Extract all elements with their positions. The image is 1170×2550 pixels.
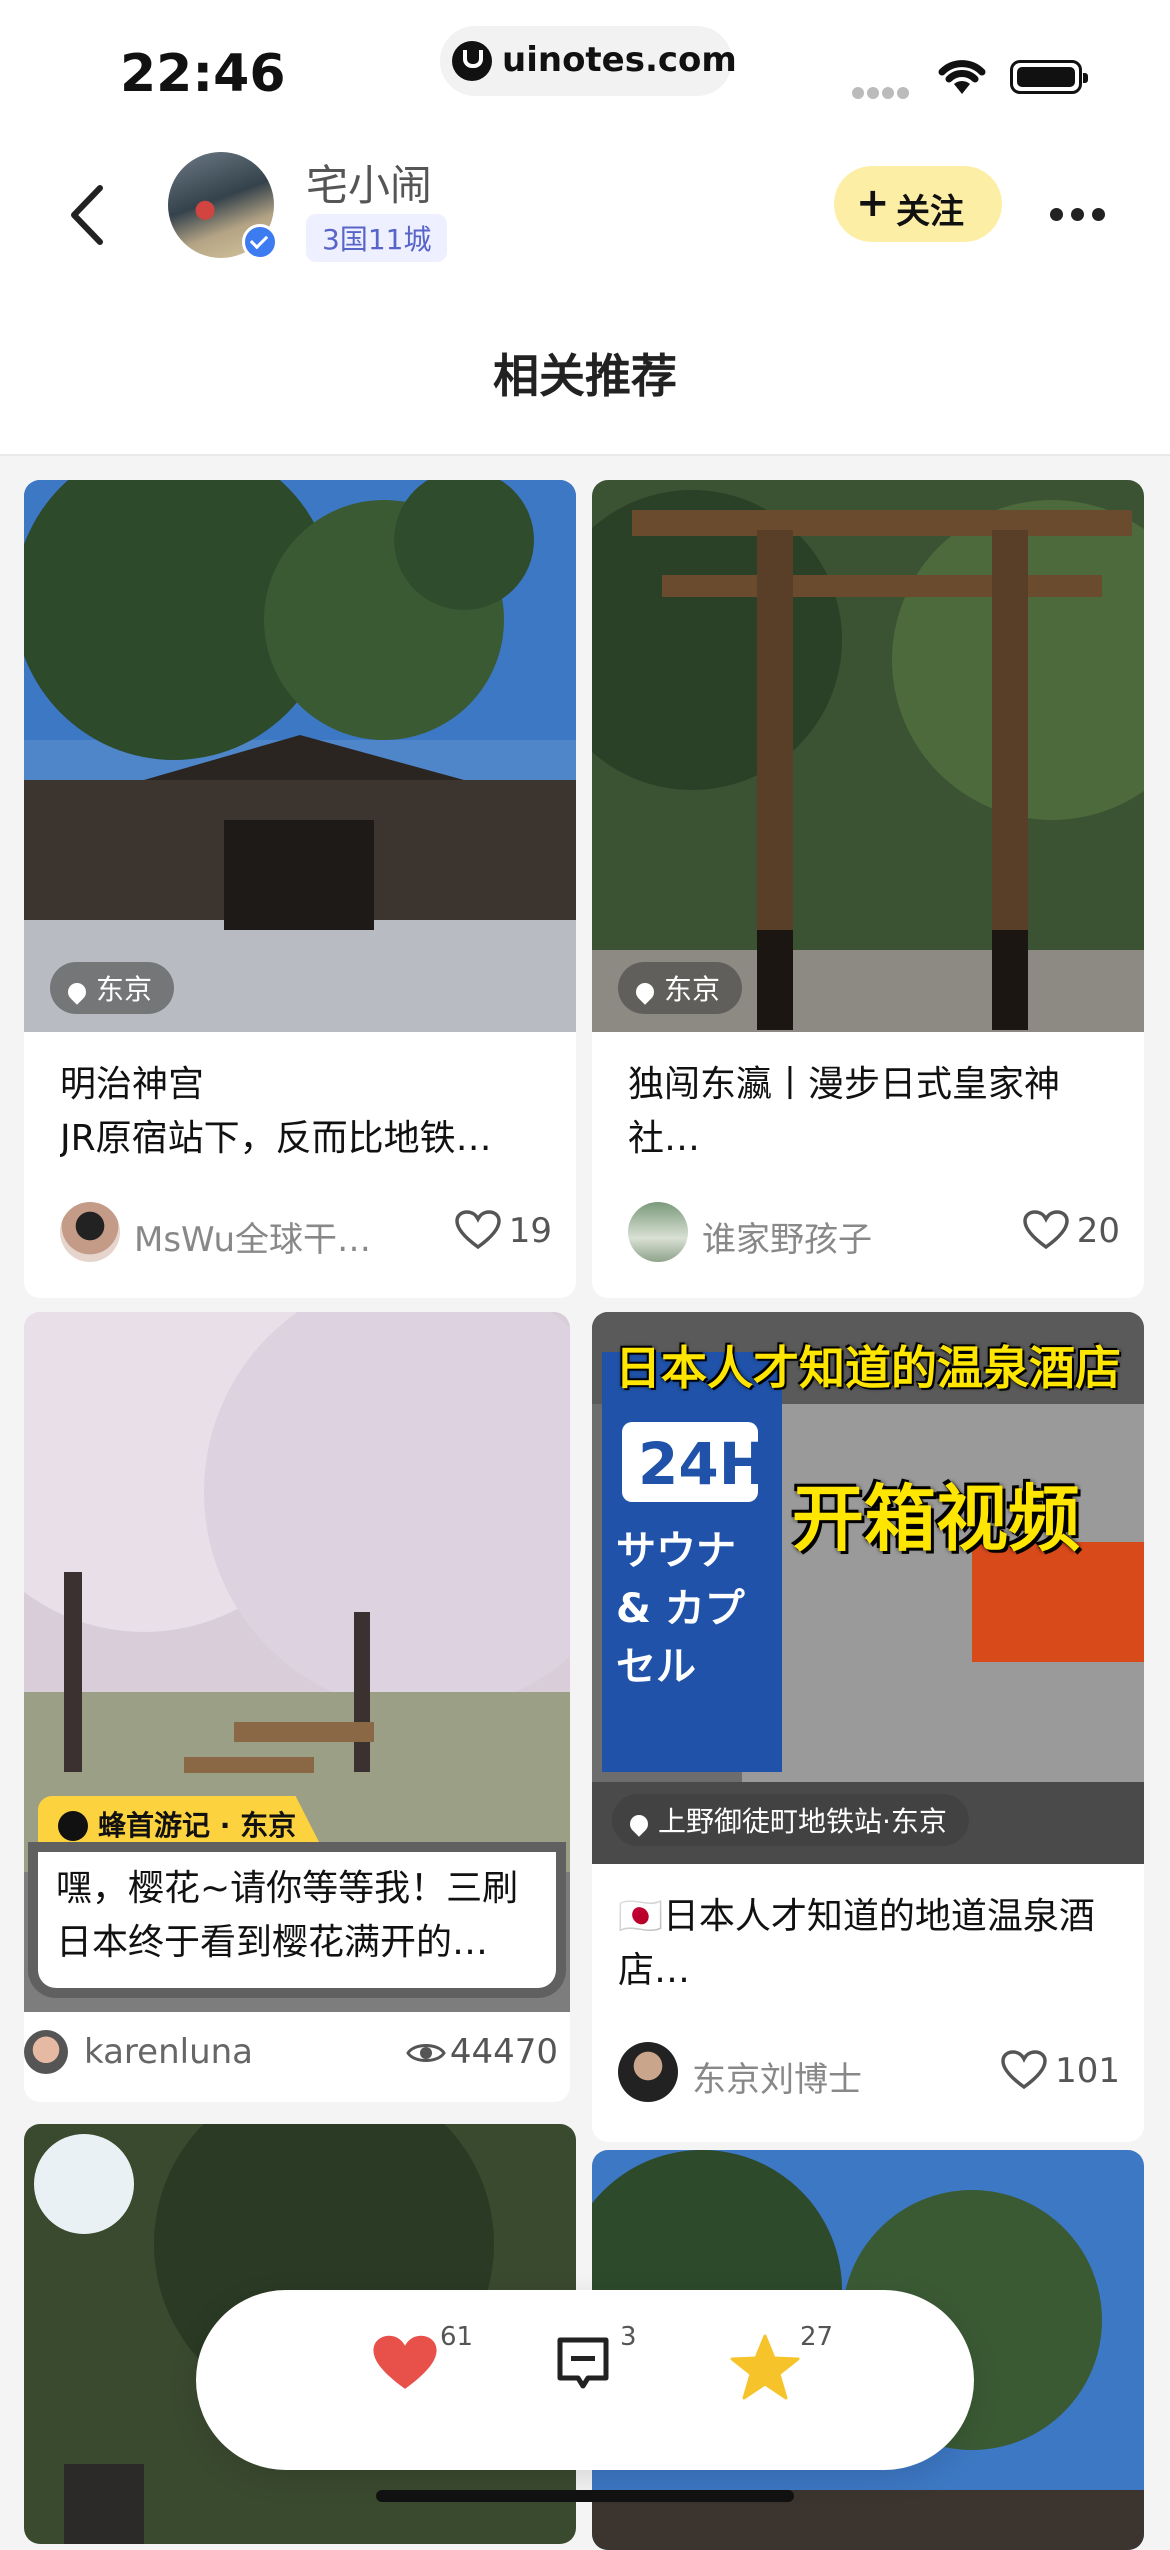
card-title: 独闯东瀛丨漫步日式皇家神社… — [628, 1064, 1061, 1159]
site-logo-icon — [452, 41, 492, 81]
author-row: 东京刘博士 101 — [618, 2042, 1120, 2102]
image-text-sign2: サウナ & カプセル — [616, 1528, 745, 1690]
comment-count: 3 — [620, 2322, 637, 2352]
heart-outline-icon — [1022, 1210, 1069, 1250]
more-icon[interactable] — [1050, 206, 1120, 221]
comment-button[interactable]: 3 — [554, 2322, 637, 2396]
card-image — [592, 480, 1144, 1032]
location-badge: 东京 — [50, 962, 175, 1014]
like-count[interactable]: 101 — [1001, 2050, 1120, 2091]
like-count[interactable]: 20 — [1022, 1210, 1120, 1251]
signal-icon — [852, 84, 912, 99]
like-count: 61 — [440, 2322, 474, 2352]
url-text: uinotes.com — [502, 40, 737, 80]
travel-tag[interactable]: 3国11城 — [306, 214, 448, 262]
home-indicator — [376, 2490, 794, 2502]
location-pin-icon — [632, 979, 658, 1005]
follow-button[interactable]: + 关注 — [834, 166, 1002, 242]
author-name[interactable]: MsWu全球干… — [134, 1212, 371, 1261]
eye-icon — [406, 2044, 446, 2062]
wifi-icon — [938, 60, 986, 94]
card-image — [24, 480, 576, 1032]
author-row: 谁家野孩子 20 — [628, 1202, 1120, 1262]
card-title: 🇯🇵日本人才知道的地道温泉酒店… — [618, 1896, 1095, 1991]
star-icon — [730, 2334, 800, 2400]
back-arrow-icon[interactable] — [60, 180, 120, 250]
heart-outline-icon — [1001, 2050, 1047, 2090]
feed-card[interactable]: 东京 明治神宫 JR原宿站下，反而比地铁… MsWu全球干… 19 — [24, 480, 576, 1298]
author-name[interactable]: 东京刘博士 — [692, 2052, 862, 2101]
card-title: 嘿，樱花~请你等等我！三刷日本终于看到樱花满开的… — [56, 1868, 519, 1963]
author-avatar[interactable] — [628, 1202, 688, 1262]
location-badge: 东京 — [618, 962, 743, 1014]
view-count: 44470 — [406, 2032, 558, 2072]
top-bar: 22:46 uinotes.com 宅小闹 3国11城 + 关注 相关推荐 — [0, 0, 1170, 454]
title-box: 嘿，樱花~请你等等我！三刷日本终于看到樱花满开的… — [38, 1852, 556, 1988]
action-dock: 61 3 27 — [196, 2290, 974, 2470]
feed-card[interactable]: 东京 独闯东瀛丨漫步日式皇家神社… 谁家野孩子 20 — [592, 480, 1144, 1298]
author-name[interactable]: karenluna — [84, 2032, 253, 2072]
location-pin-icon — [64, 979, 90, 1005]
author-row: MsWu全球干… 19 — [60, 1202, 552, 1262]
location-pin-icon — [626, 1811, 652, 1837]
heart-filled-icon — [373, 2335, 437, 2389]
verified-icon — [242, 224, 278, 260]
image-text-sign: 24H — [638, 1430, 768, 1498]
plus-icon: + — [856, 180, 890, 226]
divider — [0, 454, 1170, 456]
author-name[interactable]: 谁家野孩子 — [702, 1212, 872, 1261]
follow-label: 关注 — [896, 192, 964, 232]
favorite-button[interactable]: 27 — [730, 2322, 833, 2404]
author-avatar[interactable] — [60, 1202, 120, 1262]
image-text-top: 日本人才知道的温泉酒店 — [615, 1341, 1121, 1395]
heart-outline-icon — [454, 1210, 501, 1250]
like-count[interactable]: 19 — [454, 1210, 552, 1251]
url-pill[interactable]: uinotes.com — [440, 26, 737, 96]
image-text-big: 开箱视频 — [792, 1477, 1081, 1561]
comment-icon — [557, 2337, 609, 2389]
feed-card[interactable]: 蜂首游记 · 东京 嘿，樱花~请你等等我！三刷日本终于看到樱花满开的… kare… — [24, 1312, 570, 2102]
favorite-count: 27 — [800, 2322, 834, 2352]
badge-strip: 蜂首游记 · 东京 — [38, 1796, 325, 1852]
location-badge: 上野御徒町地铁站·东京 — [612, 1794, 969, 1846]
feed-card[interactable]: 日本人才知道的温泉酒店 24H サウナ & カプセル 开箱视频 上野御徒町地铁站… — [592, 1312, 1144, 2142]
author-avatar[interactable] — [618, 2042, 678, 2102]
section-title: 相关推荐 — [493, 349, 677, 403]
username[interactable]: 宅小闹 — [306, 152, 432, 213]
like-button[interactable]: 61 — [372, 2322, 473, 2396]
author-avatar[interactable] — [24, 2030, 68, 2074]
author-row: karenluna 44470 — [24, 2030, 558, 2076]
battery-icon — [1010, 60, 1088, 94]
card-title: 明治神宫 JR原宿站下，反而比地铁… — [60, 1064, 492, 1159]
badge-icon — [58, 1811, 88, 1841]
status-time: 22:46 — [120, 44, 286, 104]
